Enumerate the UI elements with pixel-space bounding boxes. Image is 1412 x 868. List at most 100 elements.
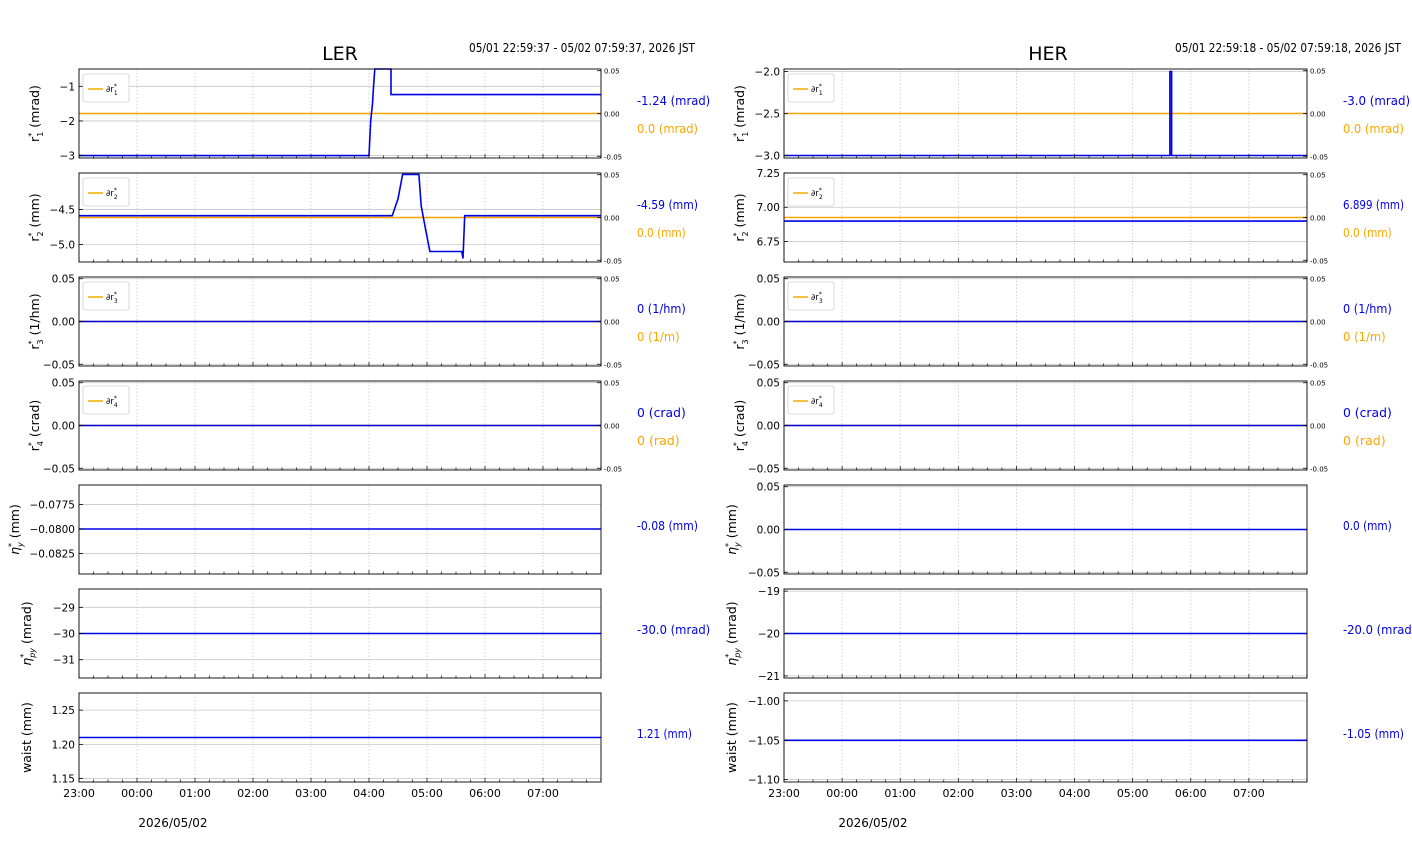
y-axis-label-sup: *	[732, 233, 741, 237]
y-axis-label-unit: (mrad)	[19, 601, 34, 648]
legend-label: ∂r* 1	[811, 83, 823, 97]
current-value-blue: -4.59 (mm)	[637, 197, 698, 212]
y-tick-label: −21	[758, 671, 780, 683]
y-tick-label: −0.05	[43, 359, 75, 371]
current-value-orange: 0 (1/m)	[1343, 329, 1386, 344]
subplot-row-6: −19 −20 −21 η*py (mrad) -20.0 (mrad)	[724, 586, 1412, 683]
x-tick-label: 03:00	[1001, 787, 1033, 800]
legend-label-sup: *	[819, 395, 822, 402]
legend-label: ∂r* 4	[106, 395, 118, 409]
y-axis-label: η*y (mm)	[724, 504, 742, 555]
legend-label-sub: 3	[819, 298, 823, 305]
y-tick-label: 0.00	[757, 317, 780, 329]
y-tick-label: −0.0800	[29, 524, 75, 536]
x-tick-label: 00:00	[826, 787, 858, 800]
x-tick-label: 23:00	[63, 787, 95, 800]
blue-series-line	[79, 68, 601, 157]
y-axis-label-unit: (crad)	[732, 400, 747, 441]
right-y-tick-label: 0.00	[1310, 111, 1326, 119]
right-y-tick-label: 0.05	[1310, 380, 1326, 388]
y-tick-label: −5.0	[50, 239, 76, 251]
y-tick-label: −19	[758, 586, 780, 598]
y-tick-label: −2.5	[755, 109, 781, 121]
y-tick-label: 0.00	[52, 421, 75, 433]
right-y-tick-label: -0.05	[1310, 257, 1328, 265]
subplot-row-1: −2.0 −2.5 −3.0 0.05 0.00 -0.05 r*1 (mrad) ∂r* 1 -…	[732, 67, 1410, 163]
y-axis-label: r*4 (crad)	[27, 400, 45, 452]
y-axis-label-unit: (mm)	[724, 504, 739, 542]
current-value-blue: 0.0 (mm)	[1343, 518, 1392, 533]
right-y-tick-label: -0.05	[604, 257, 622, 265]
right-y-tick-label: 0.00	[604, 423, 620, 431]
right-y-tick-label: 0.05	[1310, 68, 1326, 76]
y-tick-label: −31	[53, 655, 75, 667]
legend-label-sub: 1	[114, 90, 118, 97]
y-tick-label: 0.05	[52, 274, 75, 286]
subplot-row-5: −0.0775 −0.0800 −0.0825 η*y (mm) -0.08 (mm)	[7, 484, 698, 575]
y-axis-label-unit: (crad)	[27, 400, 42, 441]
subplot-row-6: −29 −30 −31 η*py (mrad) -30.0 (mrad)	[19, 588, 710, 679]
current-value-blue: 1.21 (mm)	[637, 726, 692, 741]
y-tick-label: 6.75	[757, 236, 780, 248]
y-axis-label-sub: py	[733, 648, 742, 659]
right-y-tick-label: 0.00	[1310, 319, 1326, 327]
right-y-tick-label: -0.05	[604, 153, 622, 161]
y-axis-label-unit: (mrad)	[724, 601, 739, 648]
y-axis-label-unit: (1/hm)	[27, 293, 42, 339]
y-tick-label: −0.05	[748, 567, 780, 579]
y-axis-label: r*1 (mrad)	[732, 85, 750, 142]
legend-label-sup: *	[114, 83, 117, 90]
right-y-tick-label: 0.00	[1310, 215, 1326, 223]
subplot-row-2: 7.25 7.00 6.75 0.05 0.00 -0.05 r*2 (mm) ∂r* 2 6.8…	[732, 168, 1404, 265]
legend-label-sub: 1	[819, 90, 823, 97]
y-axis-label-symbol: η	[724, 658, 739, 666]
panel-ler: LER 05/01 22:59:37 - 05/02 07:59:37, 2026…	[7, 40, 710, 830]
y-axis-label: waist (mm)	[19, 702, 34, 773]
x-tick-label: 05:00	[1117, 787, 1149, 800]
y-tick-label: 1.15	[52, 774, 75, 786]
y-tick-label: −0.0775	[29, 500, 75, 512]
x-tick-label: 03:00	[295, 787, 327, 800]
right-y-tick-label: -0.05	[604, 361, 622, 369]
x-tick-label: 07:00	[527, 787, 559, 800]
subplot-row-7: 1.25 1.20 1.15 waist (mm) 1.21 (mm)	[19, 692, 692, 786]
current-value-blue: 0 (crad)	[637, 405, 686, 420]
y-axis-label: r*3 (1/hm)	[27, 293, 45, 349]
y-tick-label: 7.25	[757, 168, 780, 180]
legend-label: ∂r* 2	[811, 187, 823, 201]
y-tick-label: −4.5	[50, 204, 76, 216]
legend-label-sup: *	[819, 83, 822, 90]
x-tick-label: 06:00	[1175, 787, 1207, 800]
x-tick-label: 01:00	[884, 787, 916, 800]
legend-label-sub: 2	[819, 194, 823, 201]
y-tick-label: −1	[60, 81, 75, 93]
monitor-figure: LER 05/01 22:59:37 - 05/02 07:59:37, 2026…	[0, 0, 1412, 864]
current-value-orange: 0.0 (mm)	[1343, 225, 1392, 240]
y-axis-label: η*y (mm)	[7, 504, 25, 555]
current-value-orange: 0.0 (mrad)	[637, 121, 698, 136]
y-tick-label: −1.10	[748, 775, 780, 787]
right-y-tick-label: 0.05	[604, 172, 620, 180]
y-tick-label: 0.00	[757, 421, 780, 433]
y-tick-label: 0.05	[757, 482, 780, 494]
current-value-orange: 0 (1/m)	[637, 329, 680, 344]
y-tick-label: 0.05	[757, 274, 780, 286]
y-tick-label: 0.00	[52, 317, 75, 329]
y-tick-label: −0.05	[43, 463, 75, 475]
right-y-tick-label: 0.00	[1310, 423, 1326, 431]
legend-label-sub: 4	[819, 402, 823, 409]
y-axis-label-sup: *	[27, 233, 36, 237]
current-value-blue: 0 (crad)	[1343, 405, 1392, 420]
y-axis-label: r*2 (mm)	[27, 193, 45, 241]
x-tick-label: 01:00	[179, 787, 211, 800]
y-tick-label: −1.00	[748, 696, 780, 708]
y-axis-label: r*3 (1/hm)	[732, 293, 750, 349]
time-range-label: 05/01 22:59:18 - 05/02 07:59:18, 2026 JS…	[1175, 40, 1401, 55]
legend-label-sub: 4	[114, 402, 118, 409]
y-axis-label: waist (mm)	[724, 702, 739, 773]
subplot-row-3: 0.05 0.00 −0.05 0.05 0.00 -0.05 r*3 (1/hm) ∂r* 3…	[27, 274, 686, 372]
x-tick-label: 05:00	[411, 787, 443, 800]
time-range-label: 05/01 22:59:37 - 05/02 07:59:37, 2026 JS…	[469, 40, 695, 55]
legend-label-sup: *	[114, 187, 117, 194]
legend-label-sup: *	[114, 395, 117, 402]
